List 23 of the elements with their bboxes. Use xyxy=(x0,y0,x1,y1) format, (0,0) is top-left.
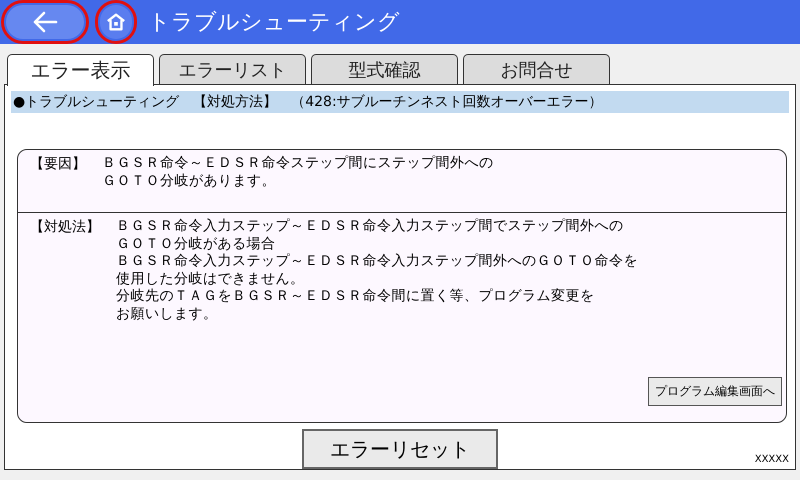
cause-text: ＧＯＴＯ分岐があります。 xyxy=(102,172,277,190)
home-button[interactable] xyxy=(100,5,132,39)
remedy-text: お願いします。 xyxy=(116,306,218,324)
remedy-text: 分岐先のＴＡＧをＢＧＳＲ～ＥＤＳＲ命令間に置く等、プログラム変更を xyxy=(116,288,596,306)
cause-label: 【要因】 xyxy=(30,155,87,174)
remedy-text: ＢＧＳＲ命令入力ステップ～ＥＤＳＲ命令入力ステップ間でステップ間外への xyxy=(116,218,624,236)
home-icon xyxy=(106,12,126,32)
back-arrow-icon xyxy=(32,11,58,33)
tab[interactable]: エラー表示 xyxy=(7,54,154,86)
program-edit-button[interactable]: プログラム編集画面へ xyxy=(648,377,782,406)
remedy-text: ＢＧＳＲ命令入力ステップ～ＥＤＳＲ命令入力ステップ間外へのＧＯＴＯ命令を xyxy=(116,253,638,271)
tab[interactable]: エラーリスト xyxy=(159,54,306,84)
screen-title: トラブルシューティング xyxy=(148,9,400,37)
footer-code: XXXXX xyxy=(754,454,789,465)
section-title: ●トラブルシューティング 【対処方法】 （428:サブルーチンネスト回数オーバーエラー） xyxy=(11,91,789,113)
tab[interactable]: お問合せ xyxy=(463,54,610,84)
cause-text: ＢＧＳＲ命令～ＥＤＳＲ命令ステップ間にステップ間外への xyxy=(102,155,494,173)
back-button[interactable] xyxy=(6,5,84,39)
remedy-label: 【対処法】 xyxy=(30,218,101,237)
tab[interactable]: 型式確認 xyxy=(311,54,458,84)
remedy-text: ＧＯＴＯ分岐がある場合 xyxy=(116,236,276,254)
error-reset-button[interactable]: エラーリセット xyxy=(302,429,498,469)
remedy-text: 使用した分岐はできません。 xyxy=(116,270,306,288)
